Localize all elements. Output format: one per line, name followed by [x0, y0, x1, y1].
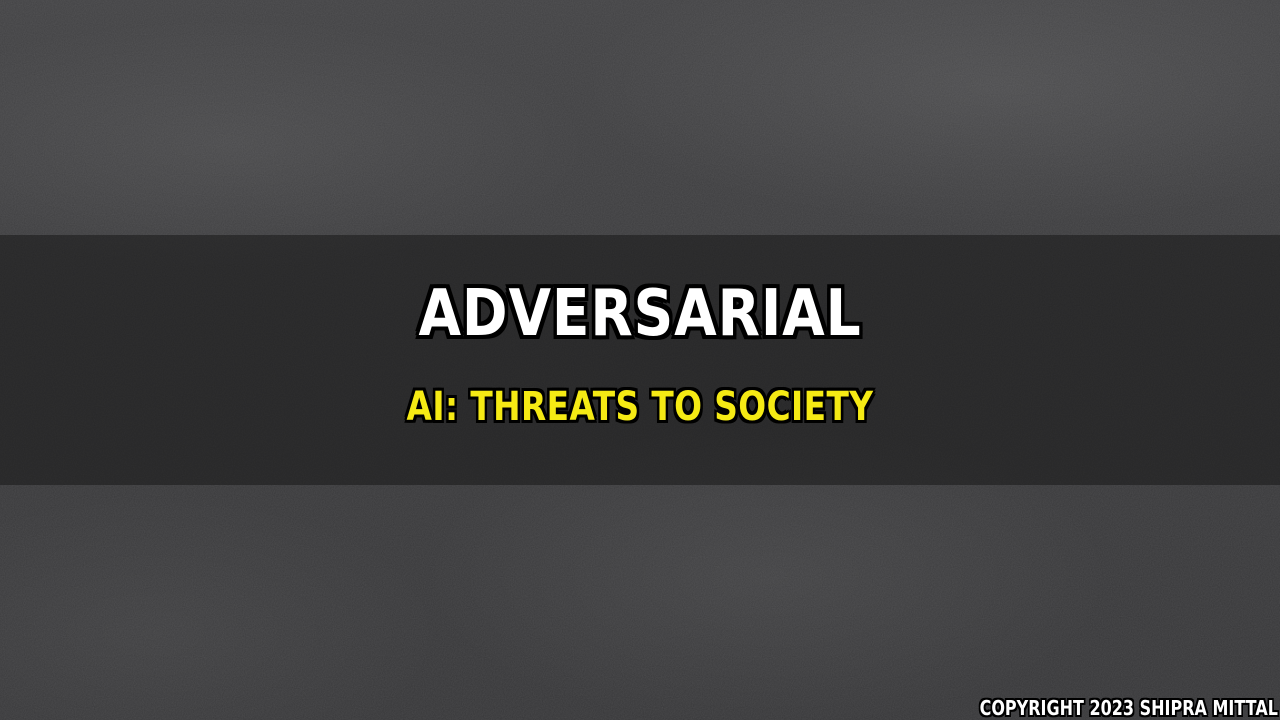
- copyright-notice: COPYRIGHT 2023 SHIPRA MITTAL: [979, 696, 1278, 720]
- slide-title: ADVERSARIAL: [418, 277, 862, 351]
- chalkboard-background: ADVERSARIAL AI: THREATS TO SOCIETY COPYR…: [0, 0, 1280, 720]
- slide-subtitle: AI: THREATS TO SOCIETY: [406, 384, 874, 430]
